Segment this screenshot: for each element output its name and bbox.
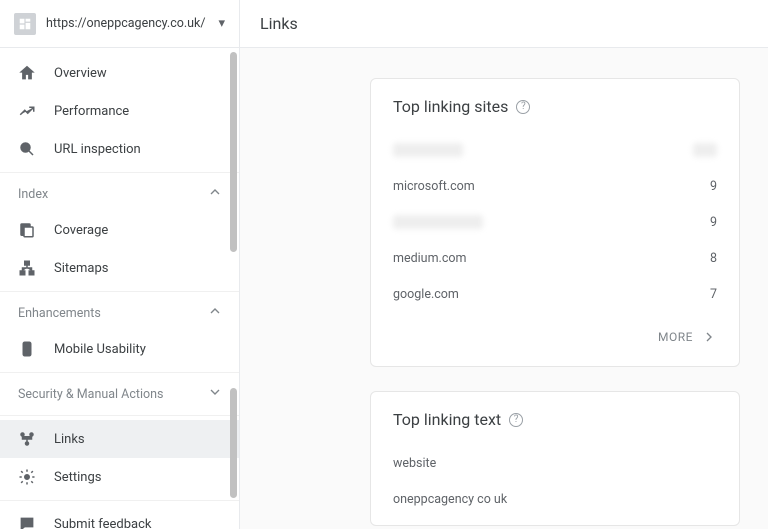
card-title: Top linking text ? [393, 410, 717, 429]
links-icon [18, 430, 36, 448]
chevron-up-icon [207, 303, 223, 323]
main: Links Top linking sites ? microsoft.com … [240, 0, 768, 529]
content: Top linking sites ? microsoft.com 9 9 me… [240, 48, 768, 529]
divider [0, 172, 239, 173]
divider [0, 500, 239, 501]
section-header-security[interactable]: Security & Manual Actions [0, 377, 239, 411]
linking-count: 8 [710, 251, 717, 266]
chevron-down-icon: ▾ [218, 16, 225, 31]
chevron-right-icon [701, 329, 717, 345]
sidebar-item-label: Mobile Usability [54, 342, 146, 357]
sidebar-item-coverage[interactable]: Coverage [0, 211, 239, 249]
page-title: Links [260, 14, 298, 33]
sidebar-scroll: Overview Performance URL inspection [0, 48, 239, 529]
help-icon[interactable]: ? [509, 413, 523, 427]
sidebar-item-label: Coverage [54, 223, 108, 238]
mobile-icon [18, 340, 36, 358]
linking-site-redacted [393, 143, 463, 157]
table-row[interactable]: 9 [393, 204, 717, 240]
sidebar-item-overview[interactable]: Overview [0, 54, 239, 92]
linking-count: 7 [710, 287, 717, 302]
chevron-down-icon [207, 384, 223, 404]
home-icon [18, 64, 36, 82]
sidebar-item-label: Sitemaps [54, 261, 109, 276]
divider [0, 291, 239, 292]
gear-icon [18, 468, 36, 486]
linking-site: google.com [393, 287, 459, 302]
table-row[interactable]: medium.com 8 [393, 240, 717, 276]
sidebar-item-links[interactable]: Links [0, 420, 239, 458]
linking-site: medium.com [393, 251, 466, 266]
section-label: Security & Manual Actions [18, 387, 164, 402]
section-label: Enhancements [18, 306, 101, 321]
section-header-index[interactable]: Index [0, 177, 239, 211]
sidebar-item-label: Submit feedback [54, 517, 151, 529]
table-row[interactable]: website [393, 445, 717, 481]
linking-count: 9 [710, 215, 717, 230]
divider [0, 415, 239, 416]
sidebar-item-mobile-usability[interactable]: Mobile Usability [0, 330, 239, 368]
table-row[interactable] [393, 132, 717, 168]
feedback-icon [18, 515, 36, 529]
help-icon[interactable]: ? [516, 100, 530, 114]
linking-text: oneppcagency co uk [393, 492, 507, 507]
topbar: Links [240, 0, 768, 48]
linking-site: microsoft.com [393, 179, 475, 194]
sidebar-item-label: Links [54, 432, 85, 447]
more-label: MORE [658, 330, 693, 344]
coverage-icon [18, 221, 36, 239]
linking-site-redacted [393, 215, 483, 229]
card-title-text: Top linking sites [393, 97, 508, 116]
sidebar-item-label: Overview [54, 66, 107, 81]
section-label: Index [18, 187, 48, 202]
section-header-enhancements[interactable]: Enhancements [0, 296, 239, 330]
property-url: https://oneppcagency.co.uk/ [46, 16, 208, 31]
card-top-linking-text: Top linking text ? website oneppcagency … [370, 391, 740, 526]
sidebar: https://oneppcagency.co.uk/ ▾ Overview P… [0, 0, 240, 529]
sitemap-icon [18, 259, 36, 277]
table-row[interactable]: microsoft.com 9 [393, 168, 717, 204]
divider [0, 372, 239, 373]
sidebar-item-label: Settings [54, 470, 101, 485]
more-button[interactable]: MORE [393, 316, 717, 358]
card-title: Top linking sites ? [393, 97, 717, 116]
sidebar-item-submit-feedback[interactable]: Submit feedback [0, 505, 239, 529]
sidebar-item-performance[interactable]: Performance [0, 92, 239, 130]
chevron-up-icon [207, 184, 223, 204]
table-row[interactable]: oneppcagency co uk [393, 481, 717, 517]
linking-count-redacted [693, 143, 717, 157]
sidebar-item-label: URL inspection [54, 142, 141, 157]
linking-count: 9 [710, 179, 717, 194]
trend-icon [18, 102, 36, 120]
sidebar-item-label: Performance [54, 104, 129, 119]
sidebar-item-sitemaps[interactable]: Sitemaps [0, 249, 239, 287]
property-logo-icon [14, 13, 36, 35]
sidebar-item-url-inspection[interactable]: URL inspection [0, 130, 239, 168]
table-row[interactable]: google.com 7 [393, 276, 717, 312]
sidebar-item-settings[interactable]: Settings [0, 458, 239, 496]
search-icon [18, 140, 36, 158]
sidebar-scrollbar[interactable] [230, 48, 237, 529]
linking-text: website [393, 456, 436, 471]
card-title-text: Top linking text [393, 410, 501, 429]
property-selector[interactable]: https://oneppcagency.co.uk/ ▾ [0, 0, 239, 48]
card-top-linking-sites: Top linking sites ? microsoft.com 9 9 me… [370, 78, 740, 367]
